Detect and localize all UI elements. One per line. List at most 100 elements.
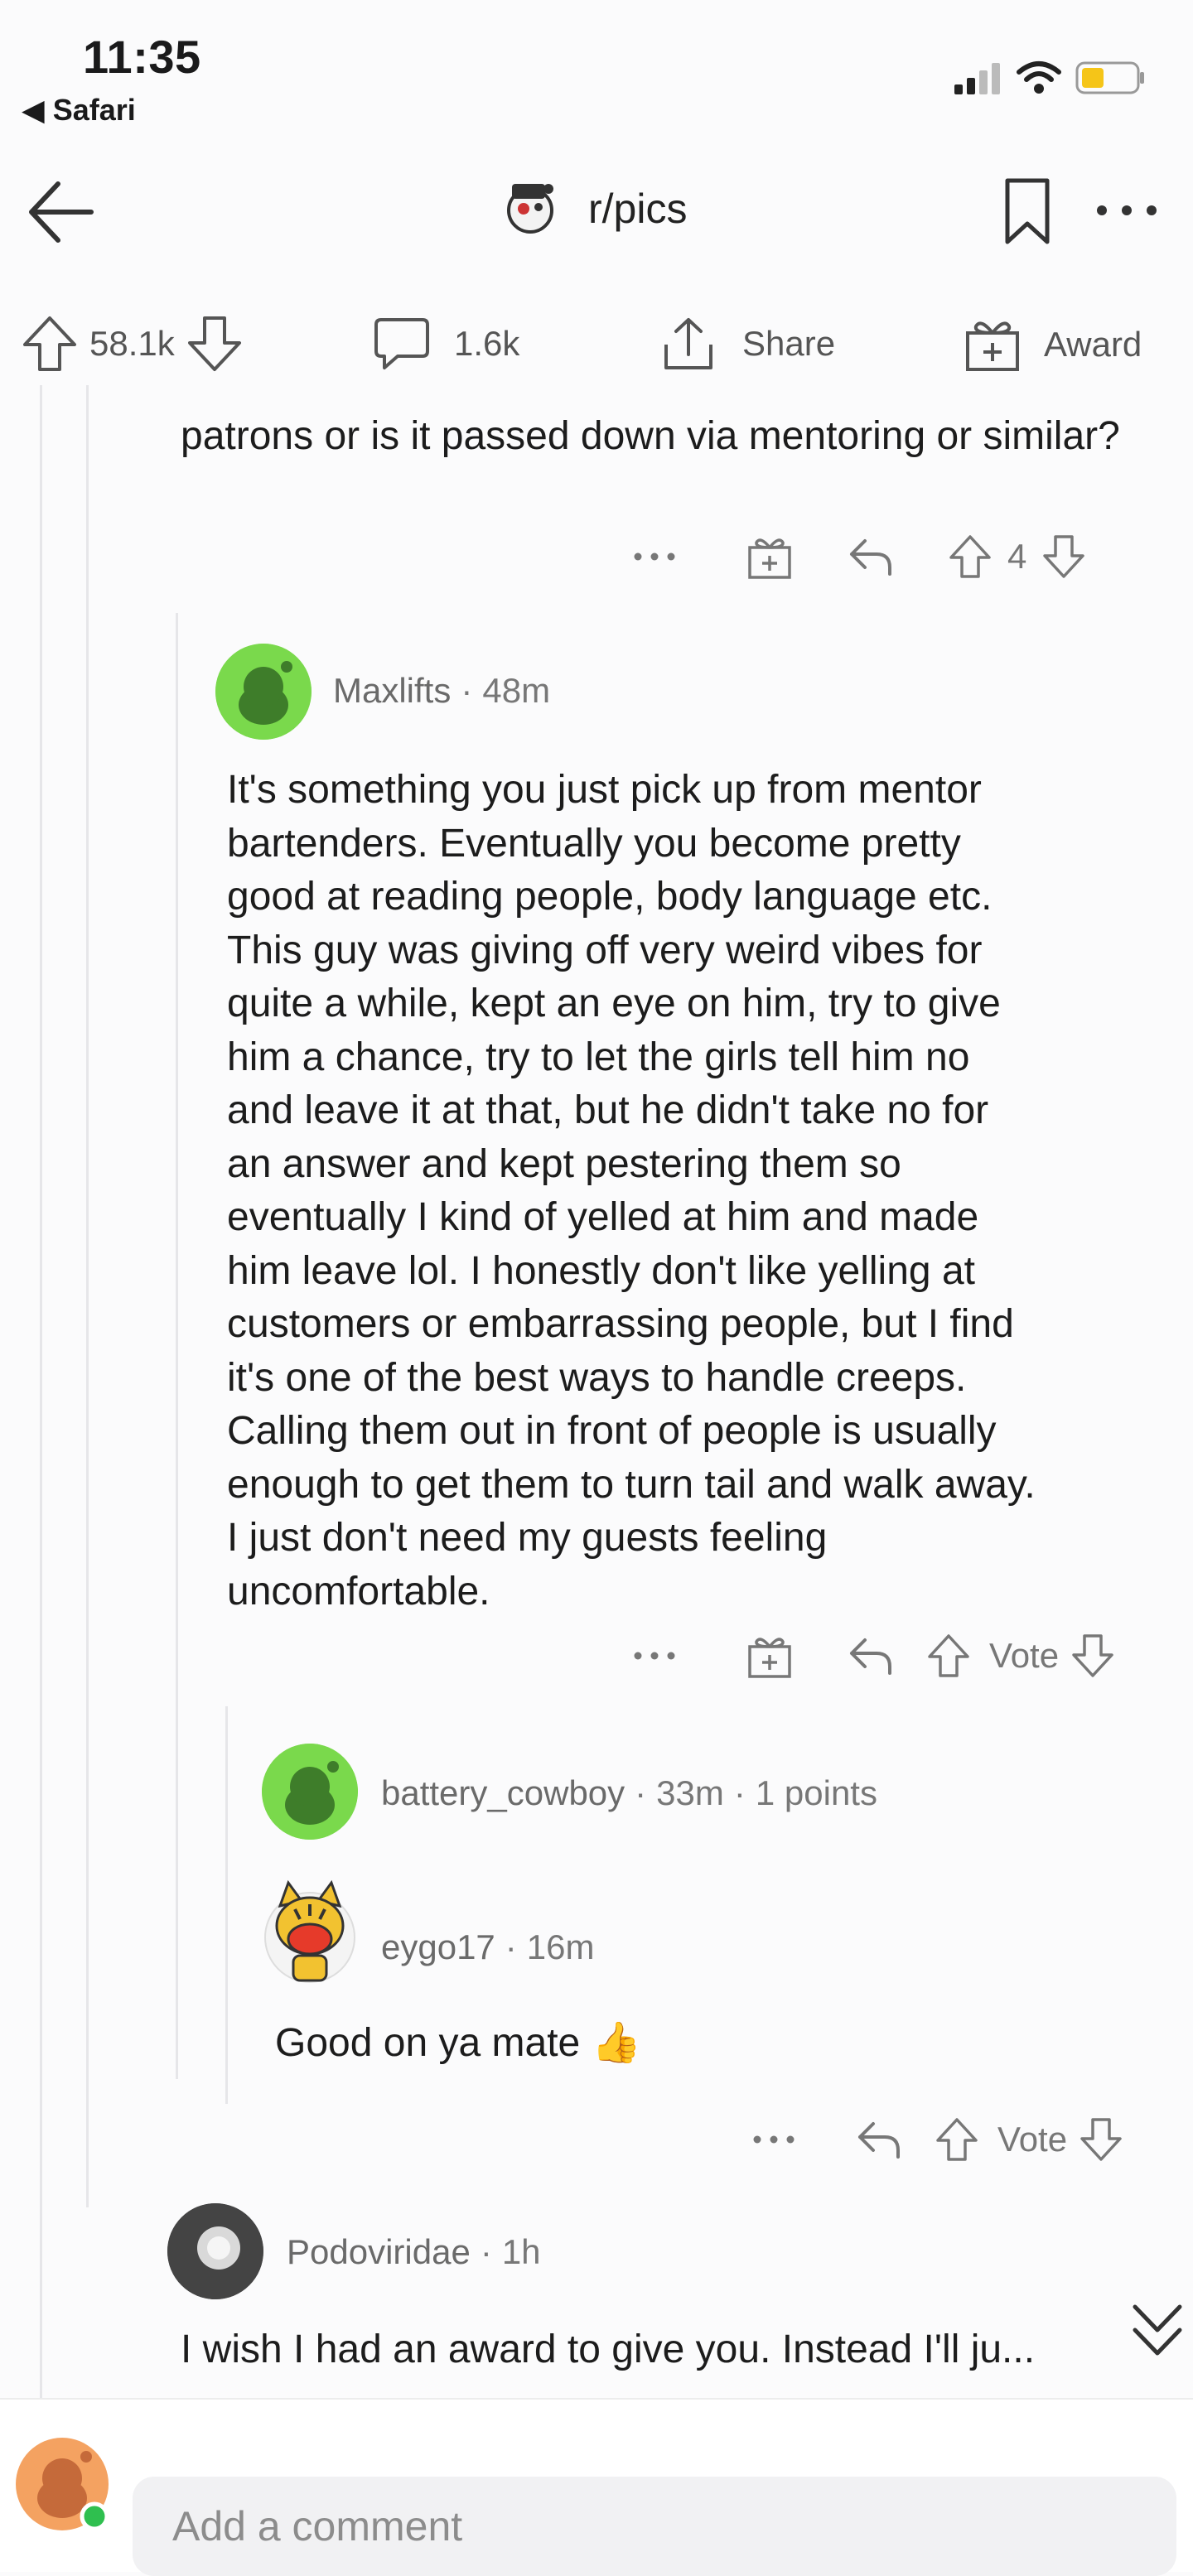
thread-line <box>86 385 89 2207</box>
add-comment-input[interactable]: Add a comment <box>133 2477 1176 2576</box>
comment-placeholder: Add a comment <box>172 2503 463 2549</box>
comment-text: Good on ya mate <box>275 2021 581 2065</box>
comment-line: him a chance, try to let the girls tell … <box>227 1035 970 1079</box>
comment-line: enough to get them to turn tail and walk… <box>227 1462 1036 1507</box>
vote-label: Vote <box>989 1636 1060 1675</box>
upvote-icon[interactable] <box>22 315 78 373</box>
comment-line: I just don't need my guests feeling <box>227 1516 828 1560</box>
comment-line: it's one of the best ways to handle cree… <box>227 1355 967 1400</box>
photo-avatar-icon <box>167 2203 263 2299</box>
parent-comment-actions: 4 <box>631 533 1086 581</box>
more-icon[interactable] <box>631 550 678 563</box>
comment-line: and leave it at that, but he didn't take… <box>227 1088 989 1132</box>
more-icon[interactable] <box>631 1649 678 1662</box>
comment-thread: patrons or is it passed down via mentori… <box>0 385 1193 2398</box>
reply-icon[interactable] <box>855 2119 903 2160</box>
downvote-icon[interactable] <box>1070 1633 1115 1679</box>
timestamp: 48m <box>482 671 551 710</box>
comments-button[interactable]: 1.6k <box>373 315 519 373</box>
username[interactable]: battery_cowboy <box>381 1773 625 1813</box>
user-avatar[interactable] <box>13 2435 111 2533</box>
thread-line <box>40 385 42 2398</box>
avatar[interactable] <box>262 1744 358 1840</box>
timestamp: 16m <box>526 1927 595 1966</box>
reply-icon[interactable] <box>847 536 895 577</box>
bookmark-icon[interactable] <box>1002 177 1052 247</box>
award-button[interactable]: Award <box>963 315 1142 374</box>
comment-meta[interactable]: battery_cowboy · 33m · 1 points <box>381 1773 877 1813</box>
comment-line: uncomfortable. <box>227 1569 490 1614</box>
upvote-icon[interactable] <box>935 2116 979 2163</box>
subreddit-header[interactable]: r/pics <box>497 176 687 242</box>
comment-actions: Vote <box>631 1632 1115 1680</box>
username[interactable]: Podoviridae <box>287 2232 471 2272</box>
points: 1 points <box>755 1773 877 1812</box>
comment-line: good at reading people, body language et… <box>227 875 993 919</box>
username[interactable]: Maxlifts <box>333 671 451 711</box>
battery-icon <box>1075 61 1144 94</box>
vote-label: Vote <box>997 2120 1068 2159</box>
wifi-icon <box>1017 61 1061 94</box>
avatar[interactable] <box>262 1876 358 1985</box>
comment-count: 1.6k <box>454 324 520 363</box>
vote-group: 58.1k <box>22 315 243 373</box>
comment-meta: Podoviridae · 1h <box>287 2232 541 2272</box>
downvote-icon[interactable] <box>1079 2116 1123 2163</box>
avatar[interactable] <box>215 644 312 740</box>
share-label: Share <box>742 324 836 363</box>
upvote-icon[interactable] <box>926 1633 971 1679</box>
snoo-avatar-icon <box>215 644 312 740</box>
subreddit-name: r/pics <box>588 186 688 232</box>
status-time: 11:35 <box>83 31 201 83</box>
upvote-icon[interactable] <box>948 533 993 580</box>
timestamp: 33m <box>656 1773 724 1812</box>
back-app-label: Safari <box>52 93 136 127</box>
status-indicators <box>953 60 1147 96</box>
parent-comment-text: patrons or is it passed down via mentori… <box>181 414 1120 458</box>
award-icon <box>966 321 1019 371</box>
parent-score: 4 <box>1007 537 1027 576</box>
comment-meta: Maxlifts · 48m <box>333 671 551 711</box>
award-icon[interactable] <box>746 533 794 581</box>
comment-icon <box>374 318 429 369</box>
award-label: Award <box>1044 325 1142 364</box>
more-icon[interactable] <box>1094 202 1160 219</box>
tiger-avatar-icon <box>264 1879 355 1983</box>
more-icon[interactable] <box>751 2133 797 2146</box>
comment-line: Calling them out in front of people is u… <box>227 1409 997 1453</box>
comment-body: It's something you just pick up from men… <box>227 764 1180 1618</box>
comment-meta: eygo17 · 16m <box>381 1927 595 1967</box>
comment-line: bartenders. Eventually you become pretty <box>227 821 961 866</box>
share-icon <box>664 318 712 369</box>
back-triangle-icon: ◀ <box>22 93 45 127</box>
comment-line: him leave lol. I honestly don't like yel… <box>227 1248 975 1293</box>
thread-line <box>225 1706 228 2104</box>
downvote-icon[interactable] <box>186 315 243 373</box>
downvote-icon[interactable] <box>1041 533 1086 580</box>
back-arrow-icon[interactable] <box>25 179 96 245</box>
award-icon[interactable] <box>746 1632 794 1680</box>
snoo-avatar-icon <box>262 1744 358 1840</box>
subreddit-avatar-icon <box>507 184 553 234</box>
comment-line: This guy was giving off very weird vibes… <box>227 928 983 972</box>
user-snoo-avatar-icon <box>16 2438 109 2531</box>
upvote-count: 58.1k <box>89 324 175 363</box>
comment-line: an answer and kept pestering them so <box>227 1141 901 1186</box>
chevron-down-icon[interactable] <box>1130 2299 1185 2365</box>
post-action-bar: 58.1k 1.6k Share Award <box>0 298 1193 389</box>
thread-line <box>176 613 178 2079</box>
reply-icon[interactable] <box>847 1635 895 1676</box>
comment-line: customers or embarrassing people, but I … <box>227 1302 1014 1346</box>
timestamp: 1h <box>501 2232 541 2271</box>
share-button[interactable]: Share <box>659 315 835 373</box>
avatar[interactable] <box>167 2203 263 2299</box>
signal-icon <box>954 63 1000 94</box>
comment-line: eventually I kind of yelled at him and m… <box>227 1195 979 1239</box>
comment-body: I wish I had an award to give you. Inste… <box>181 2328 1036 2371</box>
back-to-app[interactable]: ◀ Safari <box>22 93 136 128</box>
username[interactable]: eygo17 <box>381 1927 495 1967</box>
comment-actions: Vote <box>751 2116 1123 2163</box>
comment-line: quite a while, kept an eye on him, try t… <box>227 982 1001 1025</box>
comment-line: It's something you just pick up from men… <box>227 768 982 812</box>
thumbs-up-emoji: 👍 <box>592 2021 641 2065</box>
